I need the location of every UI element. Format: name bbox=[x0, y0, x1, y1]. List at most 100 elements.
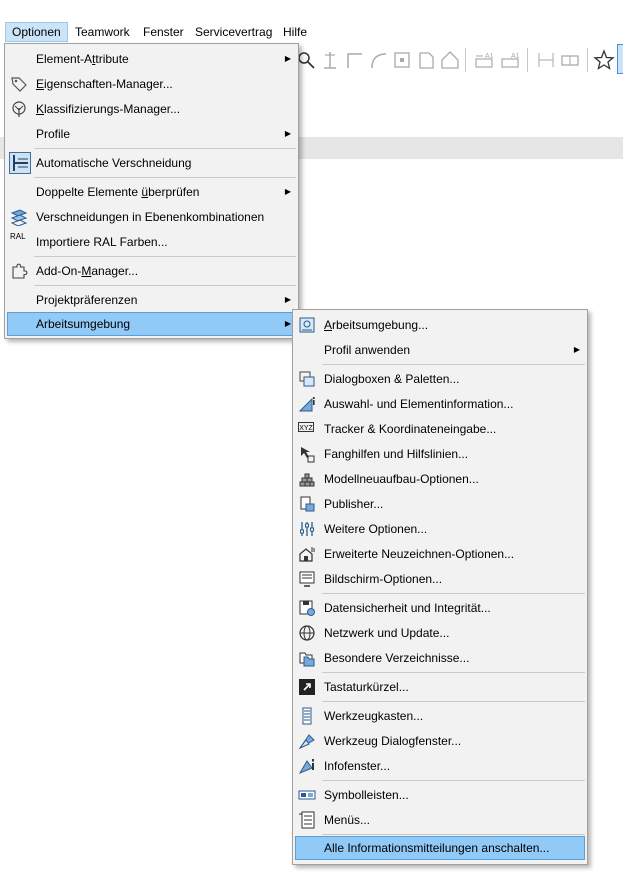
menu-item-label: Verschneidungen in Ebenenkombinationen bbox=[36, 210, 265, 224]
elevation-a1-alt-icon[interactable]: A1 bbox=[499, 49, 521, 71]
publisher-icon bbox=[300, 496, 315, 512]
menu-item-label: Profile bbox=[36, 127, 71, 141]
toolbar-separator bbox=[587, 48, 588, 72]
menu-item-label: Erweiterte Neuzeichnen-Optionen... bbox=[324, 547, 515, 561]
menu-item-werkzeug-dialogfenster[interactable]: Werkzeug Dialogfenster... bbox=[295, 729, 585, 753]
submenu-arrow-icon: ▶ bbox=[284, 295, 291, 304]
xyz-tracker-icon: XYZ bbox=[298, 422, 314, 432]
menu-item-label: Weitere Optionen... bbox=[324, 522, 428, 536]
menu-item-profile[interactable]: Profile ▶ bbox=[7, 122, 296, 146]
elevation-a1-icon[interactable]: A1 bbox=[473, 49, 495, 71]
menu-item-alle-informationsmitteilungen[interactable]: Alle Informationsmitteilungen anschalten… bbox=[295, 836, 585, 860]
roof-icon[interactable] bbox=[439, 49, 461, 71]
menu-item-label: Tracker & Koordinateneingabe... bbox=[324, 422, 497, 436]
classification-tree-icon bbox=[12, 101, 26, 117]
toolbar-selected-tool[interactable] bbox=[617, 44, 623, 74]
menu-item-label: Modellneuaufbau-Optionen... bbox=[324, 472, 479, 486]
sheet-icon[interactable] bbox=[415, 49, 437, 71]
menu-separator bbox=[322, 364, 585, 365]
menu-item-auswahl-elementinfo[interactable]: Auswahl- und Elementinformation... bbox=[295, 392, 585, 416]
menu-item-datensicherheit[interactable]: Datensicherheit und Integrität... bbox=[295, 596, 585, 620]
menu-item-label: Bildschirm-Optionen... bbox=[324, 572, 443, 586]
menu-item-label: Eigenschaften-Manager... bbox=[36, 77, 173, 91]
menu-item-tracker[interactable]: XYZ Tracker & Koordinateneingabe... bbox=[295, 417, 585, 441]
model-rebuild-icon bbox=[299, 473, 315, 487]
layer-intersection-icon bbox=[10, 209, 28, 226]
menu-item-besondere-verzeichnisse[interactable]: Besondere Verzeichnisse... bbox=[295, 646, 585, 670]
menu-separator bbox=[322, 780, 585, 781]
arbeitsumgebung-submenu: Arbeitsumgebung... Profil anwenden ▶ Dia… bbox=[292, 309, 588, 865]
menu-separator bbox=[34, 148, 296, 149]
window-icon[interactable] bbox=[559, 49, 581, 71]
menu-teamwork[interactable]: Teamwork bbox=[69, 22, 136, 42]
dimension-icon[interactable] bbox=[535, 49, 557, 71]
menu-item-label: Alle Informationsmitteilungen anschalten… bbox=[324, 841, 550, 855]
menu-item-label: Arbeitsumgebung bbox=[36, 317, 131, 331]
menu-item-netzwerk-update[interactable]: Netzwerk und Update... bbox=[295, 621, 585, 645]
menu-item-fanghilfen[interactable]: Fanghilfen und Hilfslinien... bbox=[295, 442, 585, 466]
offset-icon[interactable] bbox=[319, 49, 341, 71]
toolbox-icon bbox=[302, 707, 312, 725]
menu-item-label: Arbeitsumgebung... bbox=[324, 318, 429, 332]
data-safety-icon bbox=[299, 600, 315, 616]
menu-item-label: Publisher... bbox=[324, 497, 384, 511]
dialog-boxes-icon bbox=[299, 371, 315, 387]
menu-item-add-on-manager[interactable]: Add-On-Manager... bbox=[7, 259, 296, 283]
fillet-icon[interactable] bbox=[367, 49, 389, 71]
menu-item-label: Werkzeugkasten... bbox=[324, 709, 424, 723]
menu-item-automatische-verschneidung[interactable]: Automatische Verschneidung bbox=[7, 151, 296, 175]
menu-item-doppelte-elemente[interactable]: Doppelte Elemente überprüfen ▶ bbox=[7, 180, 296, 204]
menu-item-element-attribute[interactable]: Element-Attribute ▶ bbox=[7, 47, 296, 71]
menu-item-label: Importiere RAL Farben... bbox=[36, 235, 168, 249]
menu-separator bbox=[34, 177, 296, 178]
submenu-arrow-icon: ▶ bbox=[284, 319, 291, 328]
menu-item-menues[interactable]: Menüs... bbox=[295, 808, 585, 832]
menu-item-profil-anwenden[interactable]: Profil anwenden ▶ bbox=[295, 338, 585, 362]
menu-separator bbox=[322, 593, 585, 594]
menu-item-klassifizierungs-manager[interactable]: Klassifizierungs-Manager... bbox=[7, 97, 296, 121]
menu-item-label: Besondere Verzeichnisse... bbox=[324, 651, 470, 665]
corner-icon[interactable] bbox=[343, 49, 365, 71]
menu-item-label: Klassifizierungs-Manager... bbox=[36, 102, 181, 116]
menu-fenster[interactable]: Fenster bbox=[137, 22, 190, 42]
menu-item-label: Dialogboxen & Paletten... bbox=[324, 372, 460, 386]
menu-item-importiere-ral[interactable]: RAL Importiere RAL Farben... bbox=[7, 230, 296, 254]
menu-item-verschneidungen-ebenen[interactable]: Verschneidungen in Ebenenkombinationen bbox=[7, 205, 296, 229]
menu-item-weitere-optionen[interactable]: Weitere Optionen... bbox=[295, 517, 585, 541]
menu-item-dialogboxen[interactable]: Dialogboxen & Paletten... bbox=[295, 367, 585, 391]
menu-item-arbeitsumgebung-dialog[interactable]: Arbeitsumgebung... bbox=[295, 313, 585, 337]
submenu-arrow-icon: ▶ bbox=[284, 187, 291, 196]
menus-icon bbox=[299, 811, 315, 829]
shortcut-icon bbox=[299, 679, 315, 695]
menu-hilfe[interactable]: Hilfe bbox=[277, 22, 313, 42]
menu-item-label: Netzwerk und Update... bbox=[324, 626, 450, 640]
submenu-arrow-icon: ▶ bbox=[284, 129, 291, 138]
menu-item-label: Datensicherheit und Integrität... bbox=[324, 601, 491, 615]
menu-item-label: Werkzeug Dialogfenster... bbox=[324, 734, 462, 748]
toolbar: A1 A1 bbox=[295, 42, 623, 78]
menu-item-werkzeugkasten[interactable]: Werkzeugkasten... bbox=[295, 704, 585, 728]
menu-item-label: Automatische Verschneidung bbox=[36, 156, 192, 170]
menu-item-bildschirm-optionen[interactable]: Bildschirm-Optionen... bbox=[295, 567, 585, 591]
menu-item-infofenster[interactable]: Infofenster... bbox=[295, 754, 585, 778]
redraw-options-icon bbox=[299, 547, 315, 562]
menu-servicevertrag[interactable]: Servicevertrag bbox=[189, 22, 278, 42]
menu-item-tastaturkuerzel[interactable]: Tastaturkürzel... bbox=[295, 675, 585, 699]
menu-item-publisher[interactable]: Publisher... bbox=[295, 492, 585, 516]
optionen-menu: Element-Attribute ▶ Eigenschaften-Manage… bbox=[4, 43, 299, 339]
menu-separator bbox=[322, 834, 585, 835]
menu-optionen[interactable]: Optionen bbox=[5, 22, 68, 42]
menubar: Optionen Teamwork Fenster Servicevertrag… bbox=[0, 22, 623, 42]
menu-item-modellneuaufbau[interactable]: Modellneuaufbau-Optionen... bbox=[295, 467, 585, 491]
puzzle-icon bbox=[12, 263, 28, 279]
menu-item-label: Infofenster... bbox=[324, 759, 391, 773]
menu-item-erweiterte-neuzeichnen[interactable]: Erweiterte Neuzeichnen-Optionen... bbox=[295, 542, 585, 566]
submenu-arrow-icon: ▶ bbox=[573, 345, 580, 354]
star-icon[interactable] bbox=[593, 49, 615, 71]
menu-item-eigenschaften-manager[interactable]: Eigenschaften-Manager... bbox=[7, 72, 296, 96]
split-icon[interactable] bbox=[391, 49, 413, 71]
menu-item-symbolleisten[interactable]: Symbolleisten... bbox=[295, 783, 585, 807]
menu-item-arbeitsumgebung[interactable]: Arbeitsumgebung ▶ bbox=[7, 312, 296, 336]
menu-separator bbox=[34, 256, 296, 257]
menu-item-projektpraeferenzen[interactable]: Projektpräferenzen ▶ bbox=[7, 288, 296, 312]
